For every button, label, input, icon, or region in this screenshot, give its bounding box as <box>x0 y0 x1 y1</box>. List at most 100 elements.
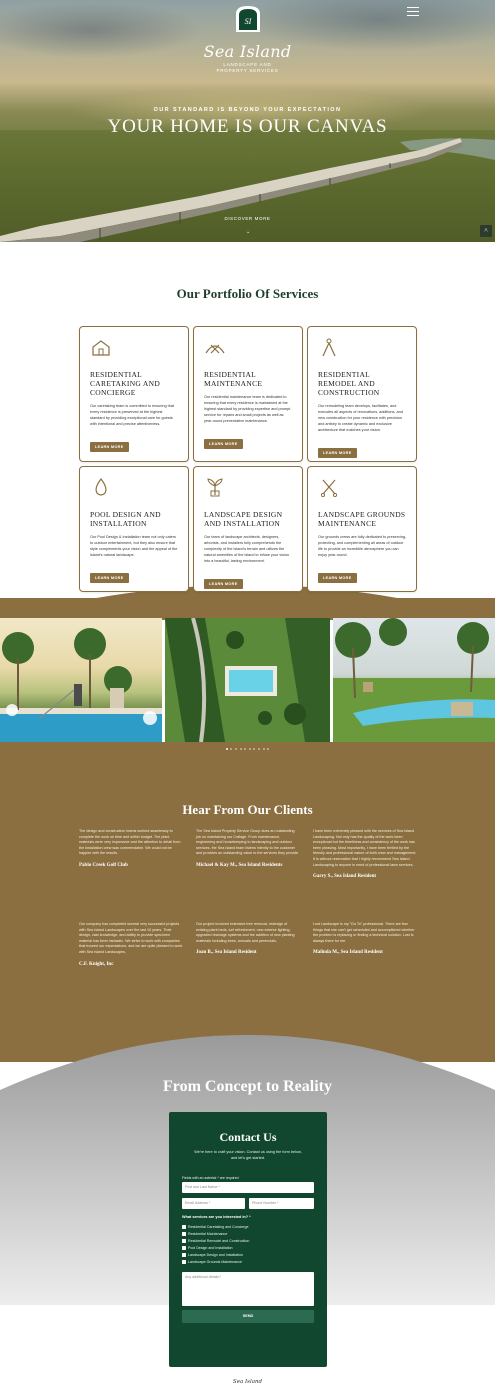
contact-title: Contact Us <box>219 1130 277 1144</box>
service-card-title: RESIDENTIAL REMODEL AND CONSTRUCTION <box>318 370 380 397</box>
service-card-title: POOL DESIGN AND INSTALLATION <box>90 510 161 528</box>
testimonial-text: I have been extremely pleased with the s… <box>313 829 417 867</box>
checkbox-box[interactable] <box>182 1231 186 1236</box>
gallery-dot[interactable] <box>257 748 260 750</box>
hero-title: YOUR HOME IS OUR CANVAS <box>107 116 388 137</box>
scroll-to-top-button[interactable]: ^ <box>480 225 492 237</box>
gallery-dot[interactable] <box>225 748 228 750</box>
testimonial-author: Malinda M., Sea Island Resident <box>313 950 383 956</box>
learn-more-button[interactable]: LEARN MORE <box>204 579 243 589</box>
brand-tagline: LANDSCAPE AND PROPERTY SERVICES <box>0 62 495 74</box>
service-card: RESIDENTIAL CARETAKING AND CONCIERGE Our … <box>79 326 189 462</box>
gallery-dot[interactable] <box>253 748 256 750</box>
testimonial-author: Garry S., Sea Island Resident <box>313 874 377 880</box>
service-card-text: Our Pool Design & Installation team not … <box>90 535 178 557</box>
compass-icon <box>322 338 336 357</box>
poolside-lawn-photo[interactable] <box>333 618 495 742</box>
checkbox-box[interactable] <box>182 1224 186 1229</box>
service-card: LANDSCAPE DESIGN AND INSTALLATION Our tea… <box>193 466 303 592</box>
tools-icon <box>205 344 225 354</box>
brand-tagline-line: PROPERTY SERVICES <box>216 68 279 73</box>
discover-more-link[interactable]: DISCOVER MORE <box>0 216 495 221</box>
testimonial-text: Lost Landscape is my "Go To" professiona… <box>313 922 415 943</box>
service-checkbox-label: Landscape Design and Installation <box>188 1252 243 1257</box>
service-card-text: Our team of landscape architects, design… <box>204 535 290 563</box>
testimonials-title: Hear From Our Clients <box>182 802 313 817</box>
service-checkbox-label: Residential Remodel and Construction <box>188 1238 250 1243</box>
checkbox-box[interactable] <box>182 1238 186 1243</box>
learn-more-button[interactable]: LEARN MORE <box>90 573 129 583</box>
service-checkbox-label: Pool Design and Installation <box>188 1245 233 1250</box>
testimonial-text: Our company has completed several very s… <box>79 922 183 954</box>
contact-form: Contact Us We're here to craft your visi… <box>169 1112 327 1367</box>
services-checkbox-list: Residential Caretaking and Concierge Resi… <box>182 1223 249 1266</box>
aerial-pool-scene <box>165 618 330 742</box>
services-title: Our Portfolio Of Services <box>176 286 319 301</box>
testimonial: I have been extremely pleased with the s… <box>313 829 417 879</box>
logo-emblem-icon[interactable]: SI <box>232 4 264 34</box>
gallery-dot[interactable] <box>244 748 247 750</box>
service-checkbox[interactable]: Residential Remodel and Construction <box>182 1237 249 1244</box>
testimonial: Lost Landscape is my "Go To" professiona… <box>313 922 417 955</box>
testimonial-author: C.F. Knight, Inc <box>79 961 114 967</box>
service-card: POOL DESIGN AND INSTALLATION Our Pool Des… <box>79 466 189 592</box>
testimonial: The design and construction teams worked… <box>79 829 183 868</box>
name-field[interactable]: First and Last Name * <box>182 1182 314 1193</box>
hamburger-menu-icon[interactable] <box>407 7 419 16</box>
learn-more-button[interactable]: LEARN MORE <box>318 573 357 583</box>
brand-name: Sea Island <box>203 42 292 61</box>
learn-more-button[interactable]: LEARN MORE <box>204 439 243 449</box>
testimonial: Our project involved extensive tree remo… <box>196 922 300 955</box>
pool-cleaning-photo[interactable] <box>0 618 162 742</box>
service-card: RESIDENTIAL MAINTENANCE Our residential m… <box>193 326 303 462</box>
service-checkbox[interactable]: Residential Caretaking and Concierge <box>182 1223 249 1230</box>
aerial-pool-photo[interactable] <box>165 618 330 742</box>
concept-title: From Concept to Reality <box>163 1078 332 1095</box>
email-field[interactable]: Email Address * <box>182 1198 245 1209</box>
service-checkbox-label: Residential Maintenance <box>188 1231 228 1236</box>
service-checkbox[interactable]: Landscape Design and Installation <box>182 1251 249 1258</box>
send-button[interactable]: SEND <box>182 1310 314 1323</box>
gallery-dot[interactable] <box>267 748 270 750</box>
service-card: RESIDENTIAL REMODEL AND CONSTRUCTION Our … <box>307 326 417 462</box>
services-question: What services are you interested in? * <box>182 1215 251 1219</box>
gallery-dot[interactable] <box>235 748 238 750</box>
hero-section: SI Sea Island LANDSCAPE AND PROPERTY SER… <box>0 0 495 242</box>
service-card-title: LANDSCAPE DESIGN AND INSTALLATION <box>204 510 283 528</box>
details-textarea[interactable]: Any additional details? <box>182 1272 314 1306</box>
learn-more-button[interactable]: LEARN MORE <box>90 442 129 452</box>
service-checkbox-label: Residential Caretaking and Concierge <box>188 1224 249 1229</box>
service-card-text: Our residential maintenance team is dedi… <box>204 395 291 423</box>
service-checkbox[interactable]: Landscape Grounds Maintenance <box>182 1258 249 1265</box>
section-divider-band <box>0 598 495 618</box>
service-checkbox[interactable]: Pool Design and Installation <box>182 1244 249 1251</box>
checkbox-box[interactable] <box>182 1252 186 1257</box>
service-card-text: Our remodeling team develops, facilitate… <box>318 404 403 432</box>
gallery-dot[interactable] <box>230 748 233 750</box>
gallery-dot[interactable] <box>239 748 242 750</box>
service-card-title: RESIDENTIAL CARETAKING AND CONCIERGE <box>90 370 161 397</box>
gallery-pagination <box>0 748 495 750</box>
testimonial: Our company has completed several very s… <box>79 922 183 967</box>
service-checkbox-label: Landscape Grounds Maintenance <box>188 1260 242 1265</box>
learn-more-button[interactable]: LEARN MORE <box>318 448 357 458</box>
testimonial-author: Joan B., Sea Island Resident <box>196 950 257 956</box>
checkbox-box[interactable] <box>182 1245 186 1250</box>
testimonial-text: The design and construction teams worked… <box>79 829 181 856</box>
chevron-down-icon[interactable]: ⌄ <box>246 229 250 235</box>
gallery-dot[interactable] <box>262 748 265 750</box>
testimonials-section <box>0 742 495 1062</box>
water-drop-icon <box>95 478 107 496</box>
service-card-title: LANDSCAPE GROUNDS MAINTENANCE <box>318 510 406 528</box>
testimonial: The Sea Island Property Service Group do… <box>196 829 300 868</box>
testimonial-text: Our project involved extensive tree remo… <box>196 922 295 943</box>
footer-logo[interactable]: Sea Island <box>0 1379 495 1385</box>
gallery-dot[interactable] <box>248 748 251 750</box>
service-card-text: Our grounds crews are fully dedicated to… <box>318 535 407 557</box>
service-checkbox[interactable]: Residential Maintenance <box>182 1230 249 1237</box>
poolside-lawn-scene <box>333 618 495 742</box>
testimonial-text: The Sea Island Property Service Group do… <box>196 829 300 856</box>
service-card-title: RESIDENTIAL MAINTENANCE <box>204 370 263 388</box>
checkbox-box[interactable] <box>182 1260 186 1265</box>
phone-field[interactable]: Phone Number * <box>249 1198 314 1209</box>
